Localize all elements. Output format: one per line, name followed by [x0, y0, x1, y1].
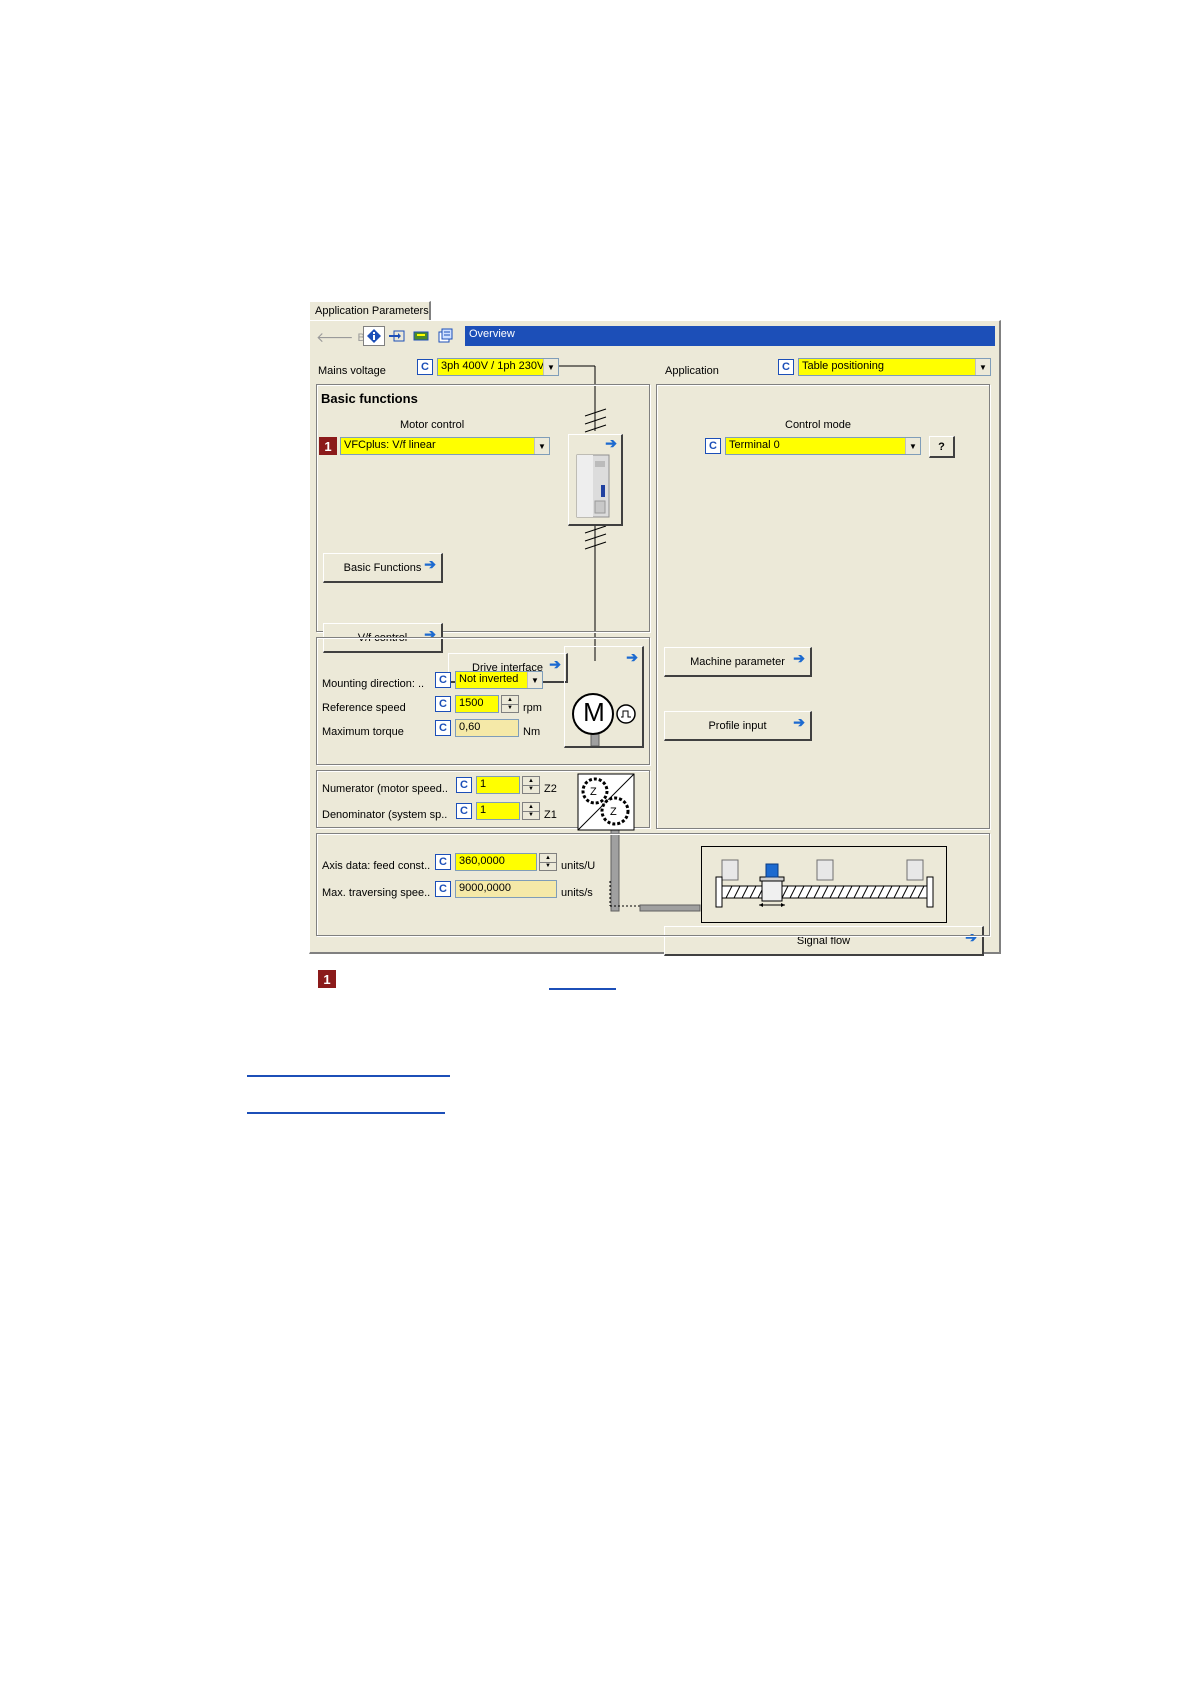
- numerator-c-button[interactable]: C: [456, 777, 472, 793]
- spin-down-icon[interactable]: ▼: [540, 861, 556, 871]
- max-traversing-speed-c-button[interactable]: C: [435, 881, 451, 897]
- arrow-right-icon: ➔: [793, 714, 805, 730]
- chevron-down-icon: ▼: [905, 438, 920, 454]
- motor-control-select[interactable]: VFCplus: V/f linear ▼: [340, 437, 550, 455]
- svg-text:Z: Z: [610, 806, 617, 818]
- help-button[interactable]: ?: [929, 436, 955, 458]
- reference-speed-label: Reference speed: [322, 702, 406, 714]
- feed-constant-input[interactable]: 360,0000: [455, 853, 537, 871]
- denominator-label: Denominator (system sp..: [322, 809, 448, 821]
- application-c-button[interactable]: C: [778, 359, 794, 375]
- spin-up-icon[interactable]: ▲: [523, 777, 539, 785]
- application-select[interactable]: Table positioning ▼: [798, 358, 991, 376]
- footnote-marker: 1: [318, 970, 336, 988]
- control-mode-c-button[interactable]: C: [705, 438, 721, 454]
- back-arrow-icon: 🡐: [316, 329, 354, 345]
- motor-control-label: Motor control: [400, 419, 465, 431]
- arrow-right-icon: ➔: [793, 650, 805, 666]
- gearbox-icon: Z Z: [577, 773, 635, 831]
- parameter-list-icon[interactable]: [434, 326, 456, 346]
- feed-constant-spinner[interactable]: ▲ ▼: [539, 853, 557, 871]
- doc-link-underline[interactable]: [247, 1075, 450, 1077]
- chevron-down-icon: ▼: [975, 359, 990, 375]
- breadcrumb[interactable]: Overview: [465, 326, 995, 346]
- doc-link-underline[interactable]: [247, 1112, 445, 1114]
- mains-voltage-select[interactable]: 3ph 400V / 1ph 230V ▼: [437, 358, 559, 376]
- axis-diagram-button[interactable]: [701, 846, 947, 923]
- application-label: Application: [665, 365, 719, 377]
- monitor-icon[interactable]: [410, 326, 432, 346]
- numerator-label: Numerator (motor speed..: [322, 783, 448, 795]
- chevron-down-icon: ▼: [543, 359, 558, 375]
- spin-down-icon[interactable]: ▼: [523, 810, 539, 820]
- max-traversing-speed-unit: units/s: [561, 887, 593, 899]
- arrow-right-icon: ➔: [605, 435, 617, 451]
- inverter-button[interactable]: ➔: [568, 434, 623, 526]
- application-parameters-window: 🡐 Back Overview Mains voltage C 3ph 400V…: [309, 320, 1001, 956]
- linear-axis-icon: [715, 859, 934, 908]
- feed-constant-unit: units/U: [561, 860, 596, 872]
- tab-application-parameters[interactable]: Application Parameters: [309, 301, 431, 322]
- svg-text:Z: Z: [590, 786, 597, 798]
- spin-down-icon[interactable]: ▼: [523, 784, 539, 794]
- import-icon[interactable]: [386, 326, 408, 346]
- basic-functions-title: Basic functions: [321, 391, 418, 406]
- basic-functions-button[interactable]: Basic Functions ➔: [323, 553, 443, 583]
- denominator-unit: Z1: [544, 809, 557, 821]
- maximum-torque-c-button[interactable]: C: [435, 720, 451, 736]
- spin-down-icon[interactable]: ▼: [502, 703, 518, 713]
- numerator-input[interactable]: 1: [476, 776, 520, 794]
- feed-constant-c-button[interactable]: C: [435, 854, 451, 870]
- denominator-c-button[interactable]: C: [456, 803, 472, 819]
- control-mode-label: Control mode: [785, 419, 852, 431]
- max-traversing-speed-label: Max. traversing spee..: [322, 887, 431, 899]
- maximum-torque-field: 0,60: [455, 719, 519, 737]
- control-mode-select[interactable]: Terminal 0 ▼: [725, 437, 921, 455]
- chevron-down-icon: ▼: [527, 672, 542, 688]
- arrow-right-icon: ➔: [626, 649, 638, 665]
- max-traversing-speed-field: 9000,0000: [455, 880, 557, 898]
- machine-parameter-button[interactable]: Machine parameter ➔: [664, 647, 812, 677]
- info-icon[interactable]: [363, 326, 385, 346]
- mounting-direction-select[interactable]: Not inverted ▼: [455, 671, 543, 689]
- numerator-unit: Z2: [544, 783, 557, 795]
- denominator-input[interactable]: 1: [476, 802, 520, 820]
- inverter-device-icon: [576, 454, 610, 518]
- chevron-down-icon: ▼: [534, 438, 549, 454]
- profile-input-button[interactable]: Profile input ➔: [664, 711, 812, 741]
- maximum-torque-unit: Nm: [523, 726, 541, 738]
- spin-up-icon[interactable]: ▲: [540, 854, 556, 862]
- mounting-direction-label: Mounting direction: ..: [322, 678, 425, 690]
- maximum-torque-label: Maximum torque: [322, 726, 404, 738]
- mounting-direction-c-button[interactable]: C: [435, 672, 451, 688]
- mains-voltage-c-button[interactable]: C: [417, 359, 433, 375]
- spin-up-icon[interactable]: ▲: [502, 696, 518, 704]
- reference-speed-c-button[interactable]: C: [435, 696, 451, 712]
- doc-link-underline[interactable]: [549, 988, 616, 990]
- motor-symbol: M: [583, 697, 605, 727]
- callout-marker: 1: [319, 437, 337, 455]
- reference-speed-unit: rpm: [523, 702, 542, 714]
- mains-voltage-label: Mains voltage: [318, 365, 386, 377]
- spin-up-icon[interactable]: ▲: [523, 803, 539, 811]
- arrow-right-icon: ➔: [424, 556, 436, 572]
- feed-constant-label: Axis data: feed const..: [322, 860, 431, 872]
- motor-button[interactable]: ➔ M: [564, 646, 644, 748]
- reference-speed-spinner[interactable]: ▲ ▼: [501, 695, 519, 713]
- reference-speed-input[interactable]: 1500: [455, 695, 499, 713]
- denominator-spinner[interactable]: ▲ ▼: [522, 802, 540, 820]
- numerator-spinner[interactable]: ▲ ▼: [522, 776, 540, 794]
